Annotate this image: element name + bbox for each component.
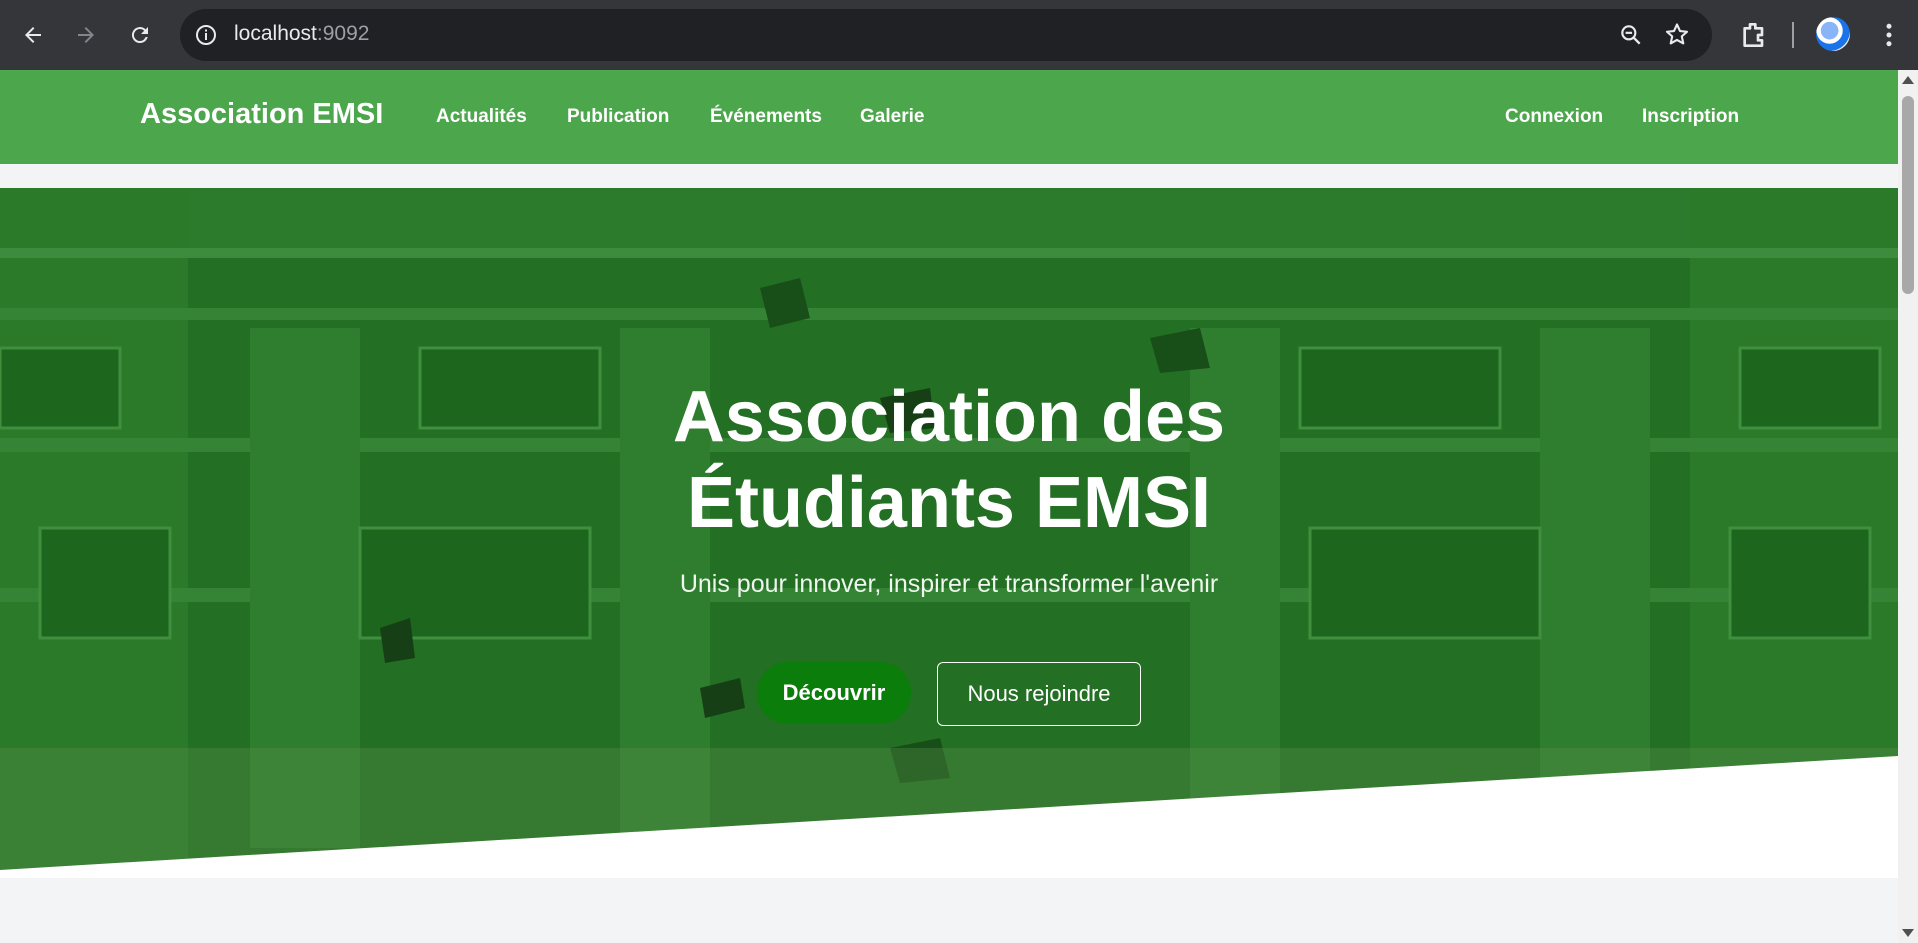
star-icon[interactable] xyxy=(1663,21,1691,49)
login-link[interactable]: Connexion xyxy=(1505,106,1603,128)
zoom-icon[interactable] xyxy=(1618,22,1644,48)
forward-icon[interactable] xyxy=(68,17,104,53)
discover-button[interactable]: Découvrir xyxy=(757,662,911,724)
profile-icon[interactable] xyxy=(1816,17,1850,51)
hero-title: Association des Étudiants EMSI xyxy=(449,374,1449,546)
menu-icon[interactable] xyxy=(1874,19,1904,51)
back-icon[interactable] xyxy=(15,17,51,53)
hero-subtitle: Unis pour innover, inspirer et transform… xyxy=(679,570,1219,598)
hero-title-line1: Association des xyxy=(672,377,1226,457)
extensions-icon[interactable] xyxy=(1738,19,1770,51)
reload-icon[interactable] xyxy=(122,17,158,53)
toolbar-separator xyxy=(1792,22,1794,48)
page-viewport: Association EMSI Actualités Publication … xyxy=(0,70,1898,943)
page-scrollbar[interactable] xyxy=(1898,70,1918,943)
nav-link-publication[interactable]: Publication xyxy=(567,106,669,128)
url-host: localhost xyxy=(234,22,317,45)
url-port: :9092 xyxy=(316,22,370,45)
hero-title-line2: Étudiants EMSI xyxy=(686,463,1212,543)
scroll-thumb[interactable] xyxy=(1902,96,1914,294)
nav-link-galerie[interactable]: Galerie xyxy=(860,106,924,128)
join-button[interactable]: Nous rejoindre xyxy=(937,662,1141,726)
brand-logo[interactable]: Association EMSI xyxy=(140,98,383,131)
scroll-up-icon[interactable] xyxy=(1902,76,1914,84)
site-navbar: Association EMSI Actualités Publication … xyxy=(0,70,1898,164)
info-icon[interactable] xyxy=(194,23,218,47)
url-text: localhost:9092 xyxy=(234,22,369,46)
nav-link-actualites[interactable]: Actualités xyxy=(436,106,527,128)
hero-section: Association des Étudiants EMSI Unis pour… xyxy=(0,188,1898,878)
scroll-down-icon[interactable] xyxy=(1902,929,1914,937)
register-link[interactable]: Inscription xyxy=(1642,106,1739,128)
browser-toolbar: localhost:9092 xyxy=(0,0,1918,70)
address-bar[interactable]: localhost:9092 xyxy=(180,9,1712,61)
nav-link-evenements[interactable]: Événements xyxy=(710,106,822,128)
